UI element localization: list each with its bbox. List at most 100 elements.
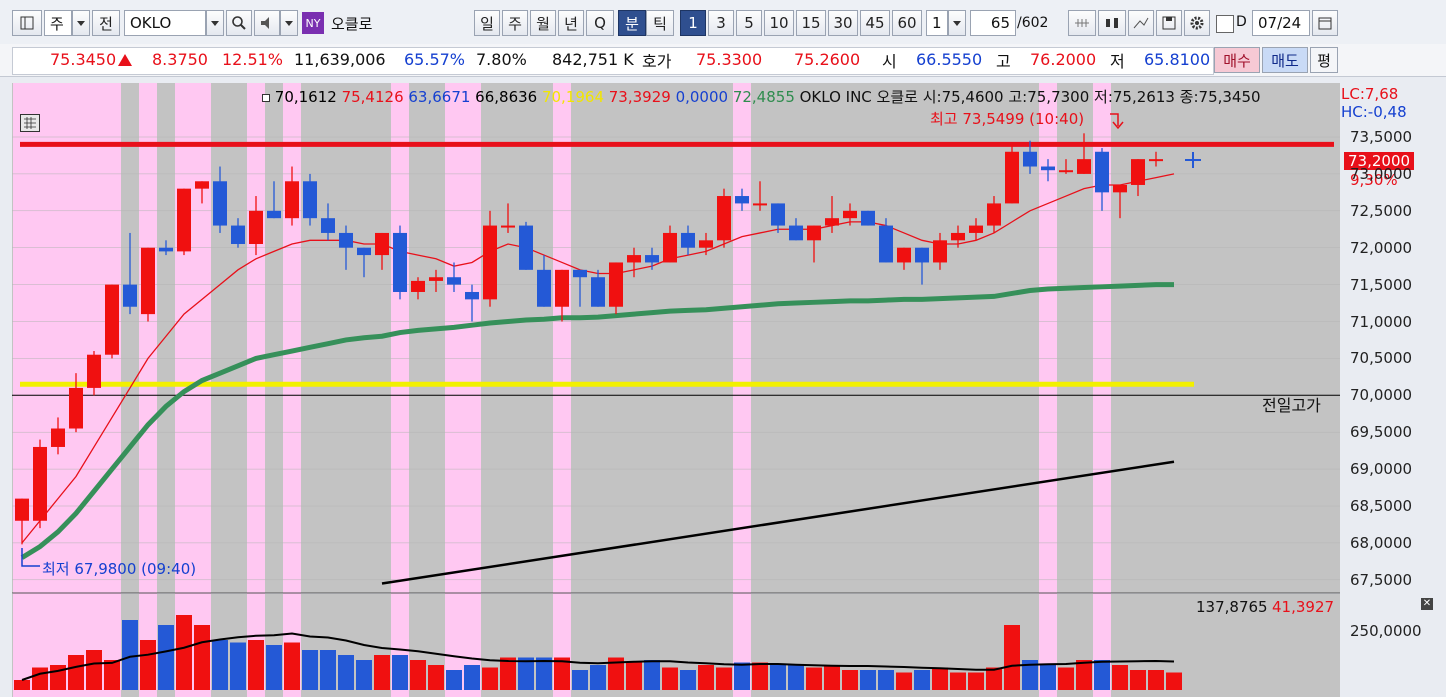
candle-body: [375, 232, 389, 256]
volume-bar: [176, 615, 192, 690]
candle-body: [969, 225, 983, 233]
candle-body: [393, 232, 407, 292]
candle-body: [789, 225, 803, 241]
legend-value: 0,0000: [675, 88, 733, 106]
candle-body: [447, 277, 461, 285]
candle-body: [915, 247, 929, 263]
legend-values: 70,1612 75,4126 63,6671 66,8636 70,1964 …: [275, 88, 800, 106]
volume-bar: [1040, 665, 1056, 690]
volume-bar: [1166, 672, 1182, 690]
price-tick: 72,0000: [1350, 238, 1413, 257]
candle-body: [897, 247, 911, 263]
prev-high-label: 전일고가: [1262, 396, 1321, 415]
volume-bar: [392, 655, 408, 690]
candle-body: [33, 446, 47, 521]
volume-bar: [716, 667, 732, 690]
volume-bar: [626, 662, 642, 690]
grid-toggle-icon[interactable]: [20, 114, 40, 132]
highlight-column: [553, 83, 571, 697]
volume-bar: [302, 650, 318, 690]
legend-marker-icon: [262, 93, 270, 102]
volume-bar: [68, 655, 84, 690]
legend-value: 75,4126: [341, 88, 409, 106]
volume-bar: [356, 660, 372, 690]
price-tick: 69,5000: [1350, 423, 1413, 442]
highlight-column: [193, 83, 211, 697]
candle-body: [1113, 184, 1127, 193]
volume-bar: [410, 660, 426, 690]
volume-bar: [140, 640, 156, 690]
volume-bar: [860, 670, 876, 690]
price-tick: 68,0000: [1350, 533, 1413, 552]
volume-bar: [212, 640, 228, 690]
volume-bar: [878, 670, 894, 690]
volume-bar: [158, 625, 174, 690]
volume-bar: [86, 650, 102, 690]
candle-body: [1059, 170, 1073, 173]
price-tick: 71,5000: [1350, 275, 1413, 294]
volume-bar: [734, 662, 750, 690]
candle-body: [591, 277, 605, 307]
highlight-column: [139, 83, 157, 697]
price-tick: 73,0000: [1350, 164, 1413, 183]
candle-body: [231, 225, 245, 245]
highlight-column: [13, 83, 31, 697]
candle-body: [285, 181, 299, 219]
price-tick: 72,5000: [1350, 201, 1413, 220]
volume-bar: [1076, 660, 1092, 690]
candle-body: [267, 210, 281, 219]
candle-body: [483, 225, 497, 300]
candle-body: [933, 240, 947, 263]
volume-bar: [374, 655, 390, 690]
highlight-column: [391, 83, 409, 697]
high-marker-icon: [1110, 113, 1124, 130]
close-icon[interactable]: ✕: [1421, 598, 1433, 610]
volume-bar: [824, 665, 840, 690]
legend-value: 73,3929: [608, 88, 676, 106]
volume-bar: [338, 655, 354, 690]
candle-body: [681, 232, 695, 248]
candle-body: [303, 181, 317, 219]
candle-body: [627, 255, 641, 263]
candle-body: [321, 218, 335, 233]
candle-body: [339, 232, 353, 248]
volume-bar: [1148, 670, 1164, 690]
legend-value: 70,1964: [541, 88, 609, 106]
candle-body: [717, 196, 731, 241]
lc-value: LC:7,68: [1341, 85, 1399, 103]
highlight-column: [463, 83, 481, 697]
low-annotation: 최저 67,9800 (09:40): [42, 560, 197, 578]
volume-bar: [1094, 660, 1110, 690]
candle-body: [807, 225, 821, 241]
volume-bar: [536, 657, 552, 690]
price-tick: 69,0000: [1350, 460, 1413, 479]
candle-body: [1005, 151, 1019, 204]
volume-bar: [680, 670, 696, 690]
legend-value: 70,1612: [274, 88, 342, 106]
volume-bar: [266, 645, 282, 690]
candle-body: [411, 280, 425, 292]
volume-bar: [572, 670, 588, 690]
volume-bar: [1130, 670, 1146, 690]
price-tick: 71,0000: [1350, 312, 1413, 331]
candle-body: [645, 255, 659, 263]
indicator-legend: 70,1612 75,4126 63,6671 66,8636 70,1964 …: [262, 86, 1261, 107]
candle-body: [771, 203, 785, 226]
volume-bar: [662, 667, 678, 690]
volume-bar: [950, 672, 966, 690]
highlight-column: [103, 83, 121, 697]
volume-legend-b: 41,3927: [1272, 598, 1335, 616]
current-cross-icon: [1185, 152, 1201, 168]
candle-body: [105, 284, 119, 355]
price-tick: 70,5000: [1350, 349, 1413, 368]
candle-body: [519, 225, 533, 270]
candle-body: [177, 188, 191, 252]
candle-body: [123, 284, 137, 307]
candle-body: [843, 210, 857, 219]
candle-body: [357, 247, 371, 256]
volume-tick: 250,0000: [1350, 622, 1422, 640]
candle-body: [699, 240, 713, 248]
volume-bar: [770, 665, 786, 690]
highlight-column: [49, 83, 67, 697]
candle-body: [825, 218, 839, 226]
